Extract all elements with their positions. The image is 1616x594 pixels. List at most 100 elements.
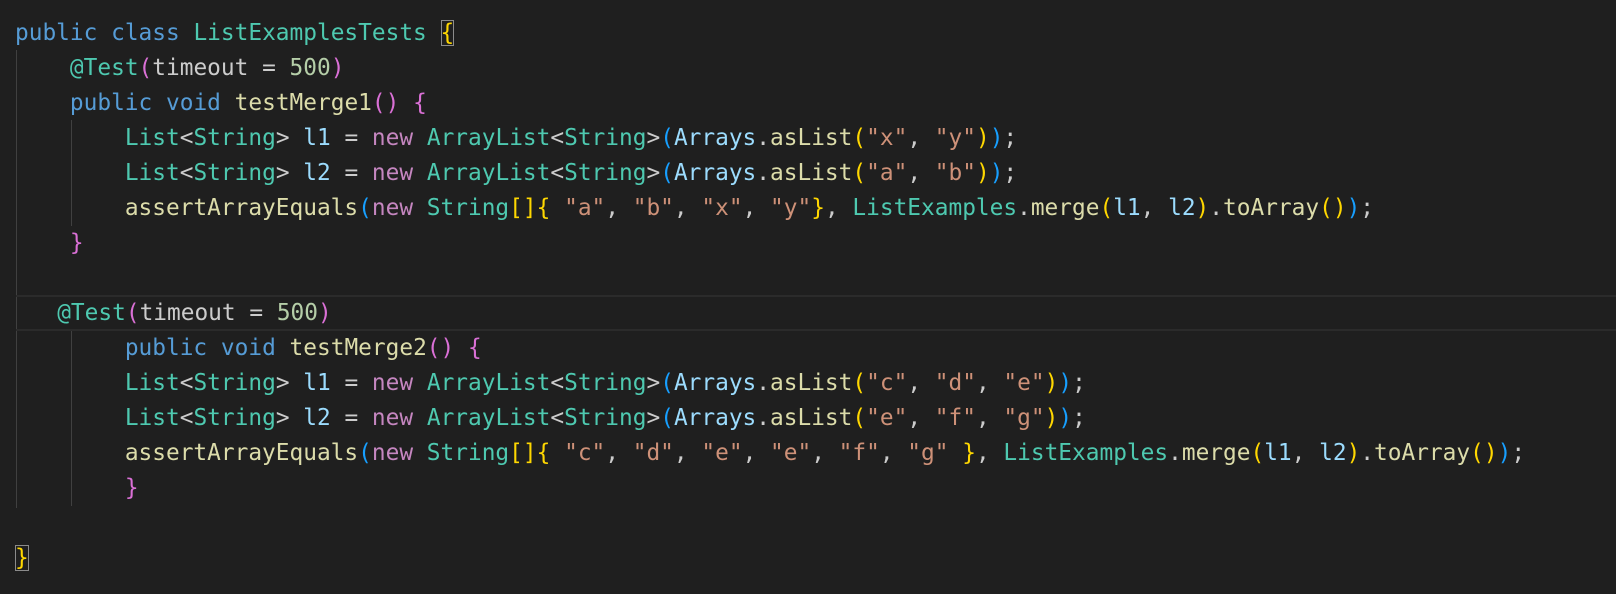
paren-token: ): [1058, 405, 1073, 431]
paren-token: ): [1497, 440, 1512, 466]
annotation-at-token: @: [57, 300, 71, 326]
dot-token: .: [1360, 440, 1375, 466]
dot-token: .: [1168, 440, 1182, 466]
paren-token: (: [660, 370, 674, 396]
paren-token: ): [440, 335, 455, 361]
brace-token: {: [468, 335, 482, 361]
operator-token: =: [235, 300, 277, 326]
string-token: "e": [1003, 370, 1045, 396]
semicolon-token: ;: [1003, 160, 1018, 186]
variable-token: l1: [1113, 195, 1141, 221]
string-token: "f": [934, 405, 976, 431]
type-token: String: [193, 125, 276, 151]
code-line-10[interactable]: public void testMerge2() {: [15, 330, 482, 366]
paren-token: ): [1332, 195, 1347, 221]
code-line-9-current[interactable]: @Test(timeout = 500): [16, 295, 1616, 331]
comma-token: ,: [1140, 195, 1169, 221]
method-call-token: asList: [770, 405, 853, 431]
type-token: String: [564, 125, 647, 151]
type-token: String: [193, 405, 276, 431]
comma-token: ,: [907, 125, 935, 151]
class-ref-token: ListExamples: [1003, 440, 1169, 466]
code-line-5[interactable]: List<String> l2 = new ArrayList<String>(…: [15, 155, 1017, 191]
dot-token: .: [1209, 195, 1224, 221]
string-token: "y": [770, 195, 812, 221]
number-token: 500: [276, 300, 319, 326]
comma-token: ,: [1291, 440, 1320, 466]
dot-token: .: [756, 160, 771, 186]
code-line-14[interactable]: }: [15, 470, 139, 506]
semicolon-token: ;: [1511, 440, 1526, 466]
comma-token: ,: [811, 440, 839, 466]
number-token: 500: [289, 55, 331, 81]
class-ref-token: Arrays: [673, 160, 757, 186]
string-token: "x": [701, 195, 743, 221]
keyword-token: new: [371, 195, 414, 221]
code-line-4[interactable]: List<String> l1 = new ArrayList<String>(…: [15, 120, 1017, 156]
comma-token: ,: [673, 440, 702, 466]
angle-token: <: [550, 125, 565, 151]
paren-token: ): [1346, 440, 1361, 466]
string-token: "e": [866, 405, 908, 431]
code-line-12[interactable]: List<String> l2 = new ArrayList<String>(…: [15, 400, 1086, 436]
type-token: List: [124, 370, 180, 396]
code-line-13[interactable]: assertArrayEquals(new String[]{ "c", "d"…: [15, 435, 1525, 471]
class-ref-token: Arrays: [673, 370, 757, 396]
comma-token: ,: [907, 405, 935, 431]
string-token: "g": [1003, 405, 1045, 431]
paren-token: ): [318, 300, 332, 326]
string-token: "b": [934, 160, 976, 186]
code-line-16[interactable]: }: [15, 540, 29, 576]
code-line-11[interactable]: List<String> l1 = new ArrayList<String>(…: [15, 365, 1086, 401]
method-call-token: asList: [770, 160, 853, 186]
method-call-token: merge: [1181, 440, 1251, 466]
string-token: "e": [770, 440, 812, 466]
keyword-token: public: [69, 90, 153, 116]
type-token: String: [193, 160, 276, 186]
code-editor[interactable]: public class ListExamplesTests { @Test(t…: [0, 0, 1616, 594]
paren-token: ): [1346, 195, 1361, 221]
comma-token: ,: [975, 440, 1004, 466]
angle-token: <: [179, 405, 194, 431]
square-bracket-token: [: [509, 195, 523, 221]
paren-token: (: [1250, 440, 1265, 466]
paren-token: ): [1483, 440, 1498, 466]
comma-token: ,: [907, 370, 935, 396]
angle-token: >: [646, 405, 661, 431]
paren-token: (: [660, 125, 674, 151]
variable-token: l2: [1168, 195, 1196, 221]
annotation-token: Test: [70, 300, 126, 326]
code-line-3[interactable]: public void testMerge1() {: [15, 85, 427, 121]
code-line-7[interactable]: }: [15, 225, 84, 261]
operator-token: =: [330, 160, 372, 186]
class-name-token: ListExamplesTests: [193, 20, 427, 46]
paren-token: ): [975, 125, 990, 151]
semicolon-token: ;: [1003, 125, 1018, 151]
paren-token: ): [989, 160, 1004, 186]
method-call-token: toArray: [1223, 195, 1320, 221]
code-line-1[interactable]: public class ListExamplesTests {: [15, 15, 455, 51]
dot-token: .: [1017, 195, 1031, 221]
code-line-2[interactable]: @Test(timeout = 500): [15, 50, 345, 86]
code-line-6[interactable]: assertArrayEquals(new String[]{ "a", "b"…: [15, 190, 1374, 226]
paren-token: (: [852, 405, 867, 431]
comma-token: ,: [907, 160, 935, 186]
angle-token: <: [179, 160, 194, 186]
keyword-token: new: [371, 160, 414, 186]
comma-token: ,: [879, 440, 908, 466]
paren-token: ): [1058, 370, 1073, 396]
paren-token: ): [975, 160, 990, 186]
variable-token: l2: [1319, 440, 1347, 466]
class-ref-token: Arrays: [673, 125, 757, 151]
string-token: "g": [907, 440, 949, 466]
paren-token: (: [852, 370, 867, 396]
paren-token: (: [1099, 195, 1114, 221]
